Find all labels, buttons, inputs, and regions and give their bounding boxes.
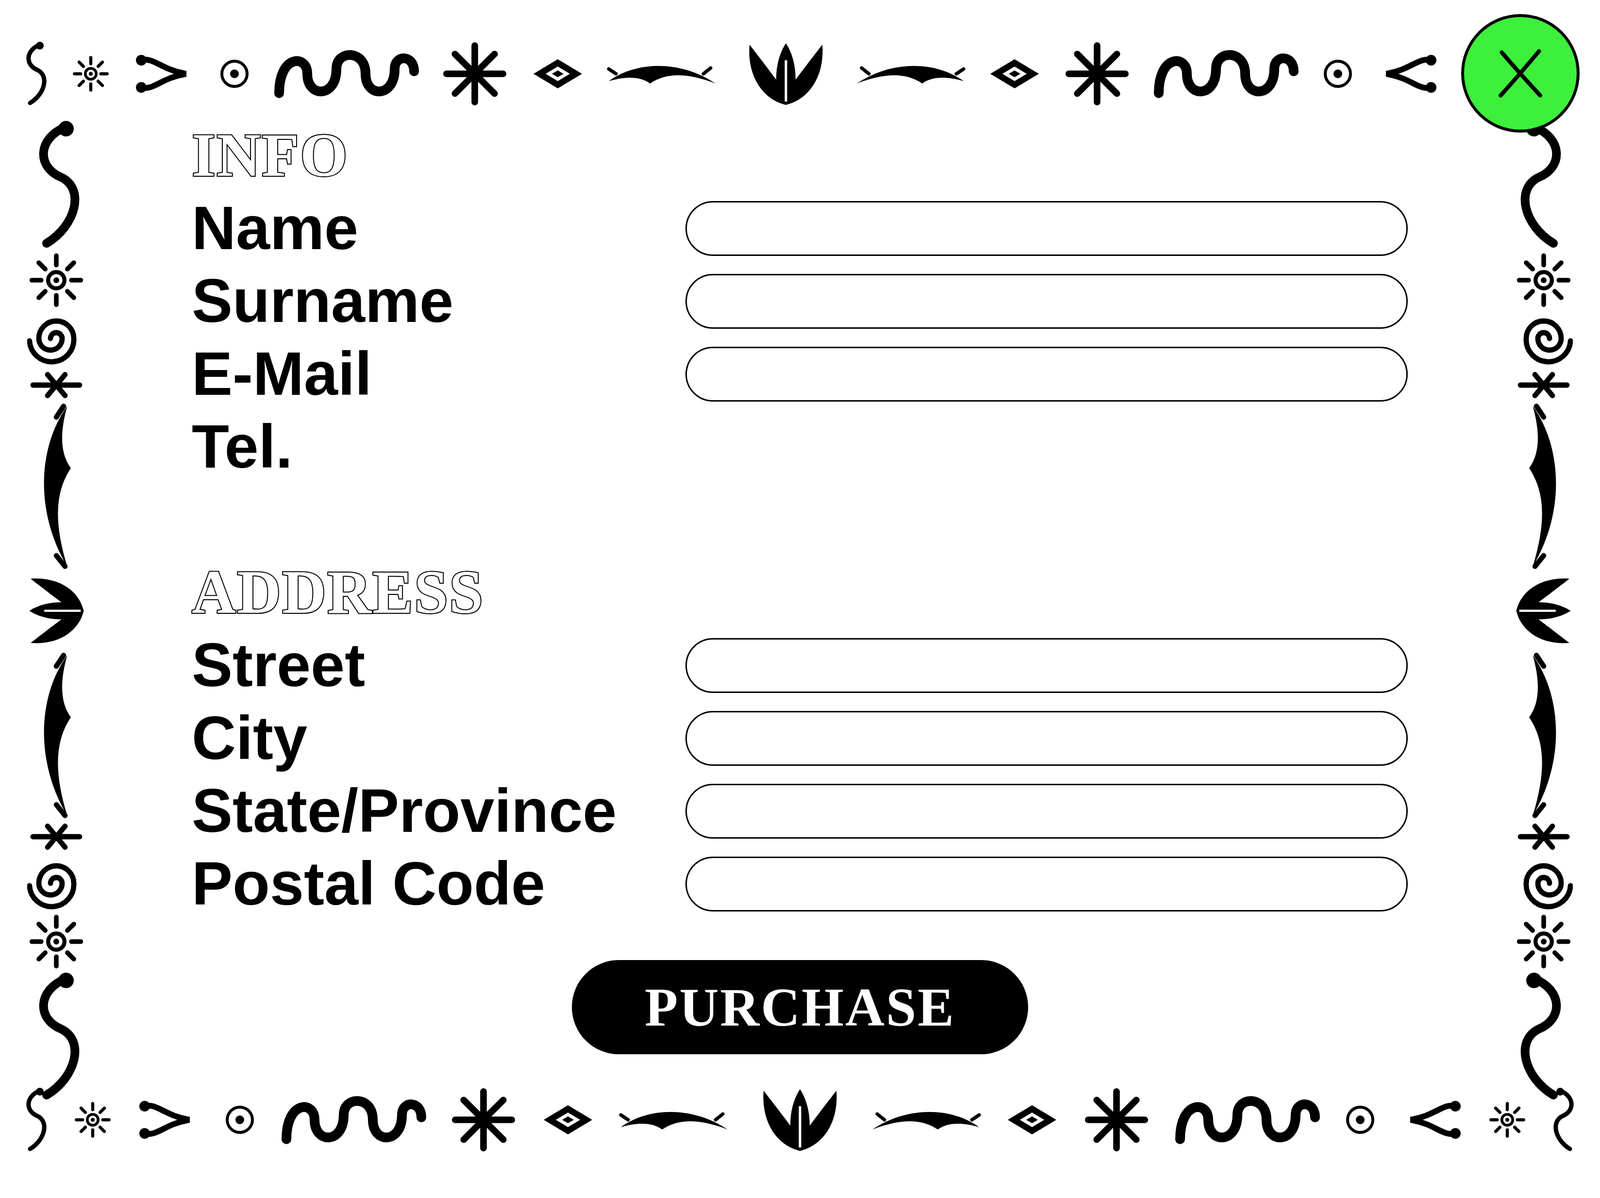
purchase-button-wrap: PURCHASE <box>191 959 1508 1054</box>
diamond-ornament-icon <box>1005 1086 1059 1153</box>
checkout-form: INFO NameSurnameE-MailTel. ADDRESS StreetCi… <box>0 0 1600 1198</box>
e-mail-input[interactable] <box>685 346 1408 402</box>
state-province-label: State/Province <box>191 777 686 845</box>
name-label: Name <box>191 194 686 263</box>
sun-ornament-icon <box>1514 912 1573 971</box>
surname-label: Surname <box>191 267 686 335</box>
curl-ornament-icon <box>1514 970 1573 1103</box>
address-heading: ADDRESS <box>191 561 484 623</box>
curl-ornament-icon <box>20 40 50 107</box>
e-mail-label: E-Mail <box>191 340 686 408</box>
spiral-ornament-icon <box>1514 309 1573 368</box>
info-heading: INFO <box>191 124 349 186</box>
cross-ornament-icon <box>27 818 86 854</box>
postal-code-label: Postal Code <box>191 850 686 918</box>
vleaf-ornament-icon <box>27 402 86 570</box>
curl-ornament-icon <box>27 118 86 251</box>
field-row: E-Mail <box>191 337 1508 411</box>
name-input[interactable] <box>685 200 1408 256</box>
bottom-ornament-border <box>0 1078 1600 1198</box>
close-icon <box>1491 44 1550 103</box>
spiral-ornament-icon <box>1514 853 1573 913</box>
arrow-ornament-icon <box>135 1086 200 1153</box>
vleaf-ornament-icon <box>1514 402 1573 570</box>
circledot-ornament-icon <box>222 1086 257 1153</box>
top-ornament-border <box>0 0 1600 119</box>
leaf-ornament-icon <box>618 1086 731 1153</box>
address-section: ADDRESS StreetCityState/ProvincePostal Co… <box>191 555 1508 920</box>
tulip-ornament-icon <box>739 40 833 107</box>
surname-input[interactable] <box>685 273 1408 329</box>
vtulip-ornament-icon <box>1514 569 1573 652</box>
sun-ornament-icon <box>73 1086 113 1153</box>
postal-code-input[interactable] <box>685 856 1408 912</box>
form-fields: INFO NameSurnameE-MailTel. ADDRESS StreetCi… <box>92 118 1508 1103</box>
asterisk-ornament-icon <box>440 40 509 107</box>
form-area: INFO NameSurnameE-MailTel. ADDRESS StreetCi… <box>0 118 1600 1079</box>
wave-ornament-icon <box>1152 40 1299 107</box>
leaf-ornament-icon <box>854 40 967 107</box>
cross-ornament-icon <box>27 367 86 403</box>
curl-ornament-icon <box>20 1086 50 1153</box>
close-button[interactable] <box>1461 14 1580 133</box>
purchase-button[interactable]: PURCHASE <box>571 959 1029 1054</box>
circledot-ornament-icon <box>1320 40 1355 107</box>
leaf-ornament-icon <box>606 40 718 107</box>
field-row: Name <box>191 191 1508 265</box>
spiral-ornament-icon <box>27 309 86 368</box>
left-ornament-border <box>0 118 93 1103</box>
right-ornament-border <box>1507 118 1600 1103</box>
spiral-ornament-icon <box>27 853 86 913</box>
vleaf-ornament-icon <box>1514 651 1573 819</box>
asterisk-ornament-icon <box>1082 1086 1151 1153</box>
field-row: State/Province <box>191 774 1508 848</box>
field-row: Tel. <box>191 410 1508 484</box>
asterisk-ornament-icon <box>1063 40 1132 107</box>
cross-ornament-icon <box>1514 367 1573 403</box>
field-row: Surname <box>191 264 1508 338</box>
cross-ornament-icon <box>1514 818 1573 854</box>
field-row: Postal Code <box>191 847 1508 920</box>
tel-label: Tel. <box>191 413 686 481</box>
section-heading-row: INFO <box>191 118 1508 192</box>
vtulip-ornament-icon <box>27 569 86 652</box>
wave-ornament-icon <box>273 40 419 107</box>
tulip-ornament-icon <box>753 1086 847 1153</box>
city-input[interactable] <box>685 710 1408 766</box>
sun-ornament-icon <box>71 40 111 107</box>
leaf-ornament-icon <box>869 1086 982 1153</box>
sun-ornament-icon <box>27 912 86 971</box>
sun-ornament-icon <box>27 250 86 310</box>
curl-ornament-icon <box>27 970 86 1103</box>
circledot-ornament-icon <box>217 40 252 107</box>
field-row: Street <box>191 628 1508 702</box>
curl-ornament-icon <box>1514 118 1573 251</box>
diamond-ornament-icon <box>541 1086 595 1153</box>
wave-ornament-icon <box>280 1086 427 1153</box>
vleaf-ornament-icon <box>27 651 86 819</box>
street-input[interactable] <box>685 637 1408 693</box>
street-label: Street <box>191 631 686 700</box>
info-section: INFO NameSurnameE-MailTel. <box>191 118 1508 484</box>
curl-ornament-icon <box>1550 1086 1580 1153</box>
section-heading-row: ADDRESS <box>191 555 1508 629</box>
circledot-ornament-icon <box>1343 1086 1378 1153</box>
wave-ornament-icon <box>1174 1086 1320 1153</box>
diamond-ornament-icon <box>987 40 1042 107</box>
arrow-ornament-icon <box>1400 1086 1465 1153</box>
state-province-input[interactable] <box>685 783 1408 839</box>
field-row: City <box>191 701 1508 775</box>
arrow-ornament-icon <box>132 40 196 107</box>
sun-ornament-icon <box>1514 250 1573 310</box>
diamond-ornament-icon <box>531 40 585 107</box>
asterisk-ornament-icon <box>449 1086 518 1153</box>
sun-ornament-icon <box>1487 1086 1527 1153</box>
city-label: City <box>191 704 686 772</box>
arrow-ornament-icon <box>1376 40 1440 107</box>
